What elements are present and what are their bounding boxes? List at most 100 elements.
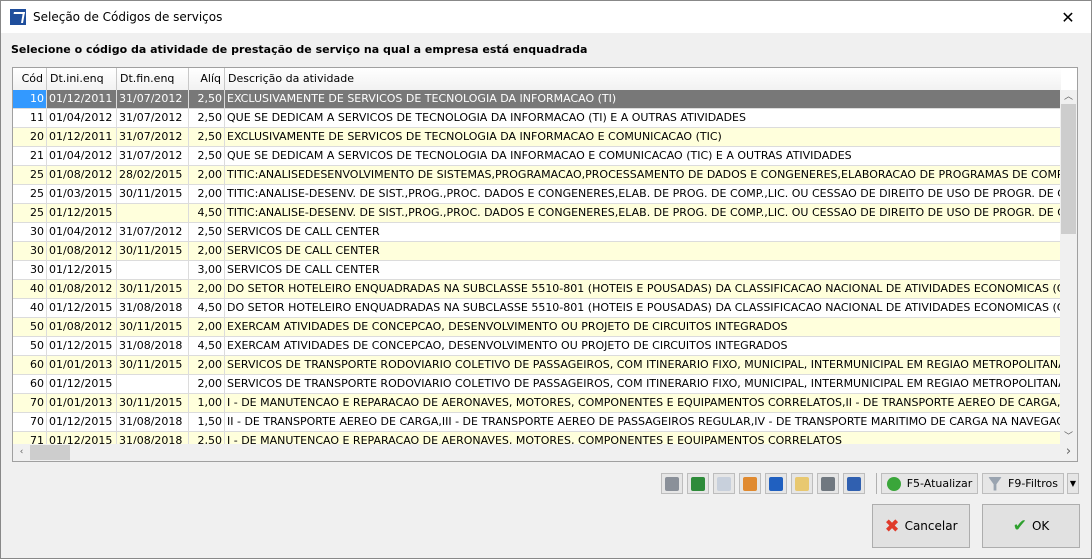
cell-dt-fin: 30/11/2015 xyxy=(117,280,189,298)
table-row[interactable]: 21 01/04/2012 31/07/2012 2,50 QUE SE DEDICAM… xyxy=(13,147,1061,166)
cell-descricao: QUE SE DEDICAM A SERVICOS DE TECNOLOGIA … xyxy=(227,149,852,162)
column-header-cod[interactable]: Cód xyxy=(13,68,47,90)
table-row[interactable]: 10 01/12/2011 31/07/2012 2,50 EXCLUSIVAMENTE… xyxy=(13,90,1061,109)
table-row[interactable]: 70 01/12/2015 31/08/2018 1,50 II - DE TRANSP… xyxy=(13,413,1061,432)
cancel-button[interactable]: ✖ Cancelar xyxy=(872,504,970,548)
funnel-icon xyxy=(988,476,1002,491)
filters-label: F9-Filtros xyxy=(1008,477,1058,490)
column-header-aliq[interactable]: Alíq xyxy=(189,68,225,90)
cell-dt-ini: 01/12/2015 xyxy=(47,299,117,317)
close-button[interactable]: ✕ xyxy=(1045,1,1091,33)
cell-dt-fin: 30/11/2015 xyxy=(117,394,189,412)
cell-dt-fin: 30/11/2015 xyxy=(117,356,189,374)
excel-button[interactable] xyxy=(687,473,709,494)
cell-aliq: 2,00 xyxy=(189,375,225,393)
table-row[interactable]: 40 01/12/2015 31/08/2018 4,50 DO SETOR HOTEL… xyxy=(13,299,1061,318)
horizontal-scrollbar[interactable]: ‹ › xyxy=(13,444,1077,461)
cell-aliq: 4,50 xyxy=(189,204,225,222)
sort-button[interactable] xyxy=(765,473,787,494)
cell-dt-fin: 31/08/2018 xyxy=(117,299,189,317)
document-icon xyxy=(717,476,731,491)
cell-descricao: EXERCAM ATIVIDADES DE CONCEPCAO, DESENVO… xyxy=(227,320,788,333)
scroll-right-icon[interactable]: › xyxy=(1060,445,1077,459)
cell-descricao: EXCLUSIVAMENTE DE SERVICOS DE TECNOLOGIA… xyxy=(227,130,722,143)
filters-dropdown-button[interactable]: ▼ xyxy=(1067,473,1079,494)
cell-dt-ini: 01/04/2012 xyxy=(47,223,117,241)
checklist-button[interactable] xyxy=(843,473,865,494)
cell-cod: 25 xyxy=(13,185,47,203)
cell-descricao: DO SETOR HOTELEIRO ENQUADRADAS NA SUBCLA… xyxy=(227,282,1061,295)
table-row[interactable]: 20 01/12/2011 31/07/2012 2,50 EXCLUSIVAMENTE… xyxy=(13,128,1061,147)
cell-descricao: DO SETOR HOTELEIRO ENQUADRADAS NA SUBCLA… xyxy=(227,301,1061,314)
cell-aliq: 2,00 xyxy=(189,242,225,260)
printer-download-button[interactable] xyxy=(817,473,839,494)
cell-aliq: 2,50 xyxy=(189,223,225,241)
cell-cod: 70 xyxy=(13,394,47,412)
table-row[interactable]: 25 01/03/2015 30/11/2015 2,00 TITIC:ANALISE-… xyxy=(13,185,1061,204)
cell-descricao: I - DE MANUTENCAO E REPARACAO DE AERONAV… xyxy=(227,396,1061,409)
cell-cod: 70 xyxy=(13,413,47,431)
table-row[interactable]: 40 01/08/2012 30/11/2015 2,00 DO SETOR HOTEL… xyxy=(13,280,1061,299)
cell-dt-ini: 01/08/2012 xyxy=(47,166,117,184)
cell-descricao: SERVICOS DE TRANSPORTE RODOVIARIO COLETI… xyxy=(227,377,1061,390)
scroll-down-icon[interactable]: ﹀ xyxy=(1060,430,1077,444)
cell-dt-fin: 30/11/2015 xyxy=(117,242,189,260)
column-header-descricao[interactable]: Descrição da atividade xyxy=(225,68,1061,90)
cell-dt-fin: 31/07/2012 xyxy=(117,109,189,127)
cell-aliq: 2,00 xyxy=(189,185,225,203)
cell-dt-fin: 28/02/2015 xyxy=(117,166,189,184)
table-row[interactable]: 60 01/12/2015 2,00 SERVICOS DE TRANSPORTE R… xyxy=(13,375,1061,394)
table-row[interactable]: 30 01/12/2015 3,00 SERVICOS DE CALL CENTER xyxy=(13,261,1061,280)
cell-aliq: 1,00 xyxy=(189,394,225,412)
table-row[interactable]: 11 01/04/2012 31/07/2012 2,50 QUE SE DEDICAM… xyxy=(13,109,1061,128)
horizontal-scroll-thumb[interactable] xyxy=(30,445,70,460)
cell-descricao: SERVICOS DE CALL CENTER xyxy=(227,263,380,276)
cell-aliq: 2,00 xyxy=(189,318,225,336)
cell-dt-ini: 01/12/2015 xyxy=(47,261,117,279)
cell-cod: 30 xyxy=(13,261,47,279)
cell-dt-ini: 01/01/2013 xyxy=(47,356,117,374)
table-row[interactable]: 71 01/12/2015 31/08/2018 2,50 I - DE MANUTEN… xyxy=(13,432,1061,444)
cell-aliq: 4,50 xyxy=(189,337,225,355)
cell-dt-ini: 01/12/2015 xyxy=(47,375,117,393)
vertical-scrollbar[interactable]: ︿ ﹀ xyxy=(1060,90,1077,444)
table-export-button[interactable] xyxy=(739,473,761,494)
table-row[interactable]: 60 01/01/2013 30/11/2015 2,00 SERVICOS DE TR… xyxy=(13,356,1061,375)
cell-descricao: I - DE MANUTENCAO E REPARACAO DE AERONAV… xyxy=(227,434,842,444)
cell-dt-ini: 01/12/2015 xyxy=(47,204,117,222)
table-row[interactable]: 50 01/08/2012 30/11/2015 2,00 EXERCAM ATIVID… xyxy=(13,318,1061,337)
table-export-icon xyxy=(743,476,757,491)
binoculars-icon xyxy=(665,476,679,491)
scroll-up-icon[interactable]: ︿ xyxy=(1060,90,1077,104)
cell-descricao: TITIC:ANALISE-DESENV. DE SIST.,PROG.,PRO… xyxy=(227,187,1061,200)
cell-descricao: QUE SE DEDICAM A SERVICOS DE TECNOLOGIA … xyxy=(227,111,746,124)
palette-button[interactable] xyxy=(791,473,813,494)
cell-cod: 21 xyxy=(13,147,47,165)
cell-cod: 25 xyxy=(13,166,47,184)
filters-button[interactable]: F9-Filtros xyxy=(982,473,1064,494)
document-button[interactable] xyxy=(713,473,735,494)
table-row[interactable]: 25 01/12/2015 4,50 TITIC:ANALISE-DESENV. DE… xyxy=(13,204,1061,223)
table-row[interactable]: 30 01/08/2012 30/11/2015 2,00 SERVICOS DE CA… xyxy=(13,242,1061,261)
cell-descricao: TITIC:ANALISE-DESENV. DE SIST.,PROG.,PRO… xyxy=(227,206,1061,219)
cell-cod: 20 xyxy=(13,128,47,146)
cell-dt-fin: 31/07/2012 xyxy=(117,147,189,165)
table-row[interactable]: 70 01/01/2013 30/11/2015 1,00 I - DE MANUTEN… xyxy=(13,394,1061,413)
cell-dt-ini: 01/01/2013 xyxy=(47,394,117,412)
cancel-label: Cancelar xyxy=(904,519,958,533)
ok-button[interactable]: ✔ OK xyxy=(982,504,1080,548)
column-header-dt-fin[interactable]: Dt.fin.enq xyxy=(117,68,189,90)
cell-cod: 71 xyxy=(13,432,47,444)
vertical-scroll-thumb[interactable] xyxy=(1061,104,1076,234)
refresh-button[interactable]: F5-Atualizar xyxy=(881,473,978,494)
scroll-left-icon[interactable]: ‹ xyxy=(13,445,30,459)
table-row[interactable]: 25 01/08/2012 28/02/2015 2,00 TITIC:ANALISED… xyxy=(13,166,1061,185)
refresh-label: F5-Atualizar xyxy=(906,477,973,490)
column-header-dt-ini[interactable]: Dt.ini.enq xyxy=(47,68,117,90)
table-row[interactable]: 30 01/04/2012 31/07/2012 2,50 SERVICOS DE CA… xyxy=(13,223,1061,242)
cell-cod: 50 xyxy=(13,337,47,355)
binoculars-button[interactable] xyxy=(661,473,683,494)
table-row[interactable]: 50 01/12/2015 31/08/2018 4,50 EXERCAM ATIVID… xyxy=(13,337,1061,356)
cell-dt-ini: 01/12/2015 xyxy=(47,413,117,431)
cell-dt-ini: 01/08/2012 xyxy=(47,280,117,298)
